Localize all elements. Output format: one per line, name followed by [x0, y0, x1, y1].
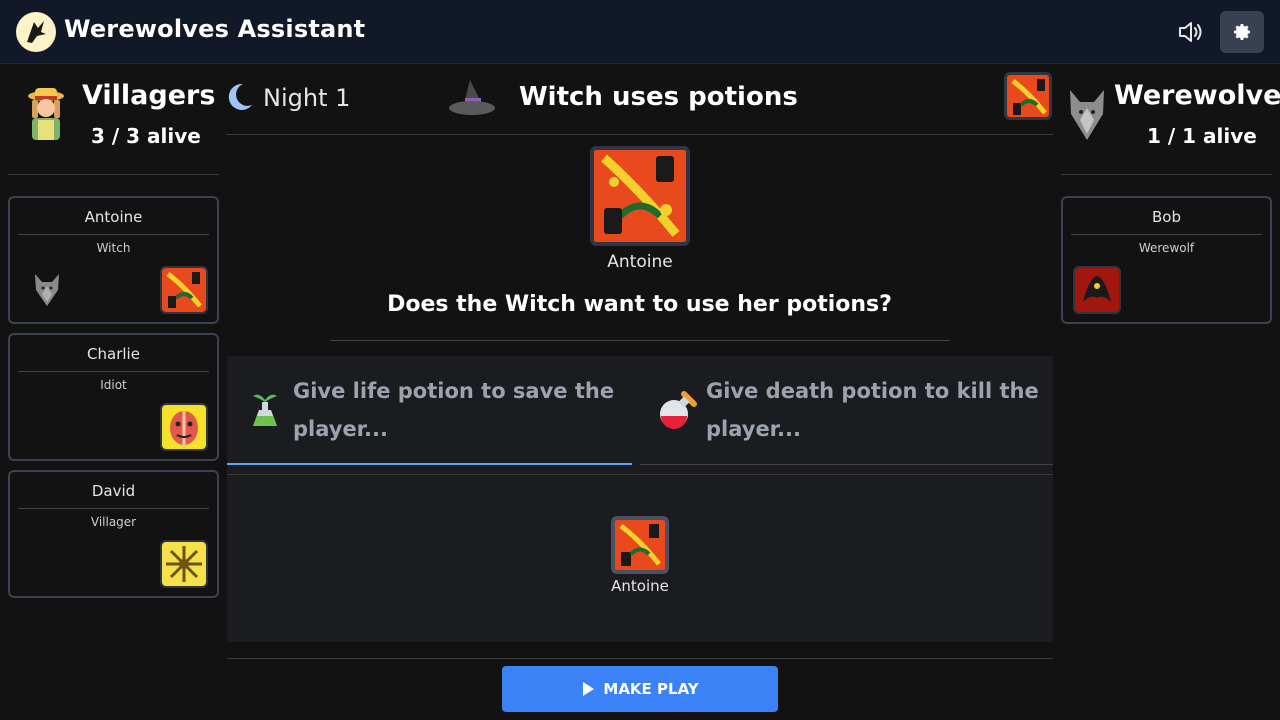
target-player-card[interactable] [611, 516, 669, 574]
death-potion-icon [656, 388, 700, 436]
werewolves-team-name: Werewolves [1114, 80, 1280, 111]
tab-death-potion-label: Give death potion to kill the player... [706, 379, 1039, 441]
gear-icon [1234, 24, 1250, 40]
player-name: David [91, 482, 136, 500]
player-name: Antoine [84, 208, 143, 226]
player-card-david[interactable]: David Villager [8, 470, 219, 598]
make-play-label: MAKE PLAY [603, 680, 699, 698]
moon-icon [226, 82, 254, 116]
app-title: Werewolves Assistant [64, 15, 366, 43]
villagers-team-name: Villagers [82, 80, 216, 111]
wolf-eaten-icon [32, 272, 62, 312]
play-icon [583, 682, 595, 696]
player-card-divider [18, 508, 209, 509]
player-role: Villager [90, 515, 137, 529]
player-card-divider [18, 234, 209, 235]
witch-player-name: Antoine [607, 252, 673, 272]
top-bar: Werewolves Assistant [0, 0, 1280, 64]
idiot-card-icon [160, 403, 208, 451]
panel-divider [227, 474, 1053, 475]
make-play-button[interactable]: MAKE PLAY [502, 666, 778, 712]
werewolf-card-icon [1073, 266, 1121, 314]
villagers-divider [8, 174, 219, 175]
villagers-alive-count: 3 / 3 alive [91, 124, 201, 148]
witch-step-card-icon [1004, 72, 1052, 120]
target-player-name: Antoine [611, 577, 669, 595]
active-tab-indicator [227, 463, 632, 465]
settings-button[interactable] [1220, 11, 1264, 53]
life-potion-icon [249, 390, 281, 434]
tab-death-potion[interactable]: Give death potion to kill the player... [640, 356, 1053, 465]
witch-hat-icon [448, 78, 496, 122]
player-card-divider [1071, 234, 1262, 235]
wolf-logo-icon [16, 12, 56, 52]
villager-avatar-icon [24, 86, 68, 146]
player-card-divider [18, 371, 209, 372]
player-name: Bob [1152, 208, 1181, 226]
player-role: Idiot [100, 378, 127, 392]
witch-card-icon [615, 520, 665, 570]
step-title: Witch uses potions [519, 82, 798, 112]
header-divider [226, 134, 1053, 135]
step-question: Does the Witch want to use her potions? [387, 292, 892, 317]
player-role: Witch [96, 241, 131, 255]
footer-divider [227, 658, 1053, 659]
tab-life-potion[interactable]: Give life potion to save the player... [227, 356, 632, 465]
player-role: Werewolf [1138, 241, 1195, 255]
werewolves-divider [1061, 174, 1272, 175]
villager-card-icon [160, 540, 208, 588]
werewolves-alive-count: 1 / 1 alive [1147, 124, 1257, 148]
witch-card-icon [160, 266, 208, 314]
player-name: Charlie [87, 345, 140, 363]
sound-button[interactable] [1170, 12, 1212, 52]
witch-player-card-icon [590, 146, 690, 246]
werewolf-avatar-icon [1066, 88, 1108, 146]
player-card-antoine[interactable]: Antoine Witch [8, 196, 219, 324]
phase-label: Night 1 [263, 84, 351, 112]
tab-life-potion-label: Give life potion to save the player... [293, 379, 615, 441]
tab-underline [640, 464, 1053, 465]
player-card-bob[interactable]: Bob Werewolf [1061, 196, 1272, 324]
question-divider [330, 340, 950, 341]
speaker-icon [1179, 22, 1202, 42]
player-card-charlie[interactable]: Charlie Idiot [8, 333, 219, 461]
